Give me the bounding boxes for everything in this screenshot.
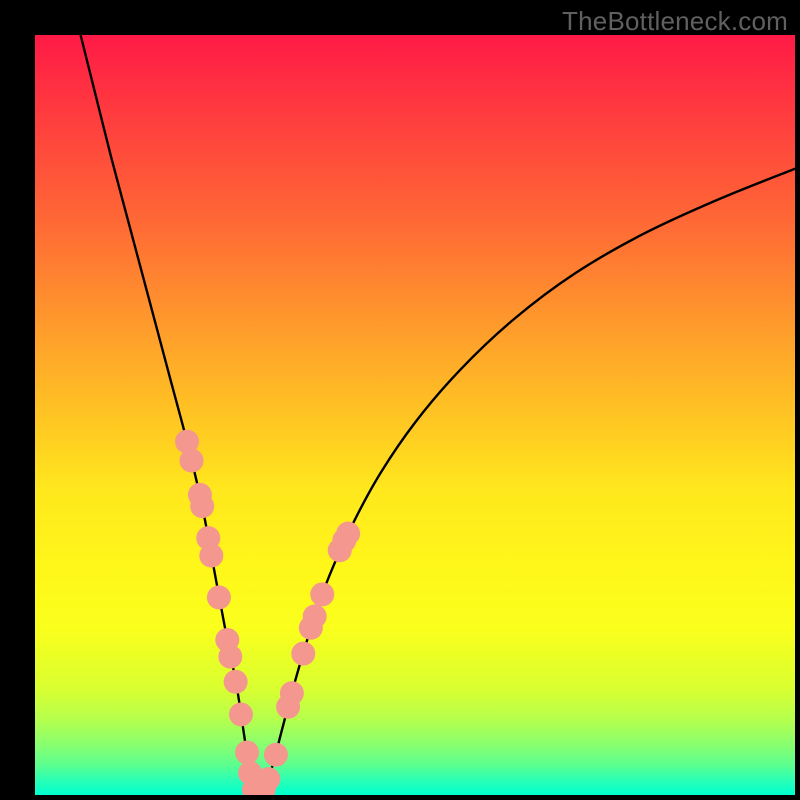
chart-stage: TheBottleneck.com	[0, 0, 800, 800]
watermark-label: TheBottleneck.com	[562, 6, 788, 37]
chart-gradient-background	[35, 35, 795, 795]
